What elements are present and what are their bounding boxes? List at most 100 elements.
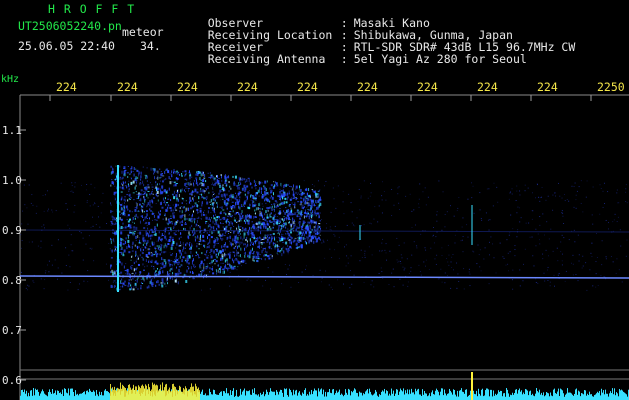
noise-pixel — [381, 199, 383, 201]
level-bar-peak — [126, 390, 127, 400]
echo-pixel — [133, 233, 135, 236]
noise-pixel — [33, 281, 35, 283]
echo-pixel — [213, 210, 215, 213]
echo-pixel — [229, 251, 232, 253]
echo-pixel — [156, 245, 158, 248]
echo-pixel — [124, 207, 126, 209]
level-bar-sample — [398, 394, 399, 400]
echo-pixel — [314, 221, 316, 224]
level-bar-sample — [239, 395, 240, 400]
noise-pixel — [101, 202, 103, 204]
echo-pixel — [127, 214, 130, 217]
echo-pixel — [163, 179, 165, 181]
echo-pixel — [302, 225, 304, 229]
echo-pixel — [279, 222, 281, 224]
noise-pixel — [132, 272, 134, 274]
echo-pixel — [274, 200, 277, 203]
echo-pixel — [174, 171, 176, 174]
echo-pixel — [279, 191, 281, 195]
noise-pixel — [21, 240, 23, 242]
noise-pixel — [181, 244, 183, 246]
echo-pixel — [243, 243, 245, 246]
noise-pixel — [99, 226, 101, 228]
noise-pixel — [30, 202, 32, 204]
echo-pixel — [313, 240, 315, 244]
level-bar-sample — [226, 388, 227, 400]
echo-pixel — [118, 244, 120, 246]
level-bar-sample — [325, 391, 326, 400]
echo-pixel — [287, 247, 290, 250]
noise-pixel — [47, 210, 49, 212]
noise-pixel — [207, 274, 209, 276]
noise-pixel — [558, 272, 560, 274]
level-bar-sample — [70, 388, 71, 400]
echo-pixel — [292, 184, 294, 188]
echo-pixel — [149, 281, 151, 285]
echo-pixel — [310, 208, 312, 212]
echo-pixel — [286, 210, 288, 214]
noise-pixel — [204, 210, 206, 212]
level-bar-peak — [112, 387, 113, 400]
noise-pixel — [67, 224, 69, 226]
echo-pixel — [195, 177, 198, 180]
noise-pixel — [90, 183, 92, 185]
echo-pixel — [110, 284, 113, 288]
noise-pixel — [438, 180, 440, 182]
echo-pixel — [228, 221, 230, 223]
echo-pixel — [242, 259, 245, 263]
echo-pixel — [315, 215, 317, 217]
level-bar-sample — [404, 394, 405, 400]
noise-pixel — [615, 272, 617, 274]
echo-pixel — [287, 245, 289, 247]
noise-pixel — [337, 279, 339, 281]
echo-pixel — [170, 227, 172, 231]
noise-pixel — [436, 211, 438, 213]
echo-pixel — [290, 186, 292, 188]
echo-pixel — [152, 169, 154, 172]
echo-pixel — [124, 240, 126, 244]
echo-pixel — [234, 213, 236, 216]
echo-pixel — [304, 228, 307, 230]
level-bar-peak — [171, 390, 172, 400]
level-bar-peak — [172, 384, 173, 400]
noise-pixel — [454, 234, 456, 236]
level-bar-sample — [400, 388, 401, 400]
level-bar-sample — [210, 392, 211, 400]
noise-pixel — [83, 280, 85, 282]
echo-pixel — [142, 258, 144, 260]
echo-pixel — [161, 251, 163, 254]
echo-pixel — [308, 234, 310, 236]
echo-pixel — [235, 249, 237, 251]
level-bar-sample — [459, 390, 460, 400]
echo-pixel — [158, 211, 160, 214]
echo-pixel — [299, 188, 302, 192]
noise-pixel — [349, 287, 351, 289]
echo-pixel — [228, 194, 231, 198]
noise-pixel — [620, 245, 622, 247]
noise-pixel — [337, 241, 339, 243]
noise-pixel — [566, 199, 568, 201]
echo-pixel — [124, 196, 126, 198]
noise-pixel — [537, 282, 539, 284]
echo-pixel — [145, 253, 148, 257]
echo-pixel — [226, 225, 228, 228]
echo-pixel — [179, 173, 181, 175]
echo-pixel — [257, 256, 260, 259]
echo-pixel — [111, 216, 114, 218]
noise-pixel — [220, 199, 222, 201]
echo-pixel — [215, 260, 218, 263]
noise-pixel — [477, 244, 479, 246]
echo-pixel — [193, 180, 195, 182]
echo-pixel — [172, 261, 175, 263]
noise-pixel — [370, 284, 372, 286]
noise-pixel — [564, 200, 566, 202]
level-bar-peak — [154, 383, 155, 400]
echo-pixel — [194, 231, 196, 235]
noise-pixel — [574, 182, 576, 184]
echo-pixel — [193, 220, 195, 224]
noise-pixel — [572, 274, 574, 276]
noise-pixel — [22, 210, 24, 212]
level-bar-sample — [290, 390, 291, 400]
echo-pixel — [262, 219, 264, 221]
echo-pixel — [202, 201, 204, 205]
